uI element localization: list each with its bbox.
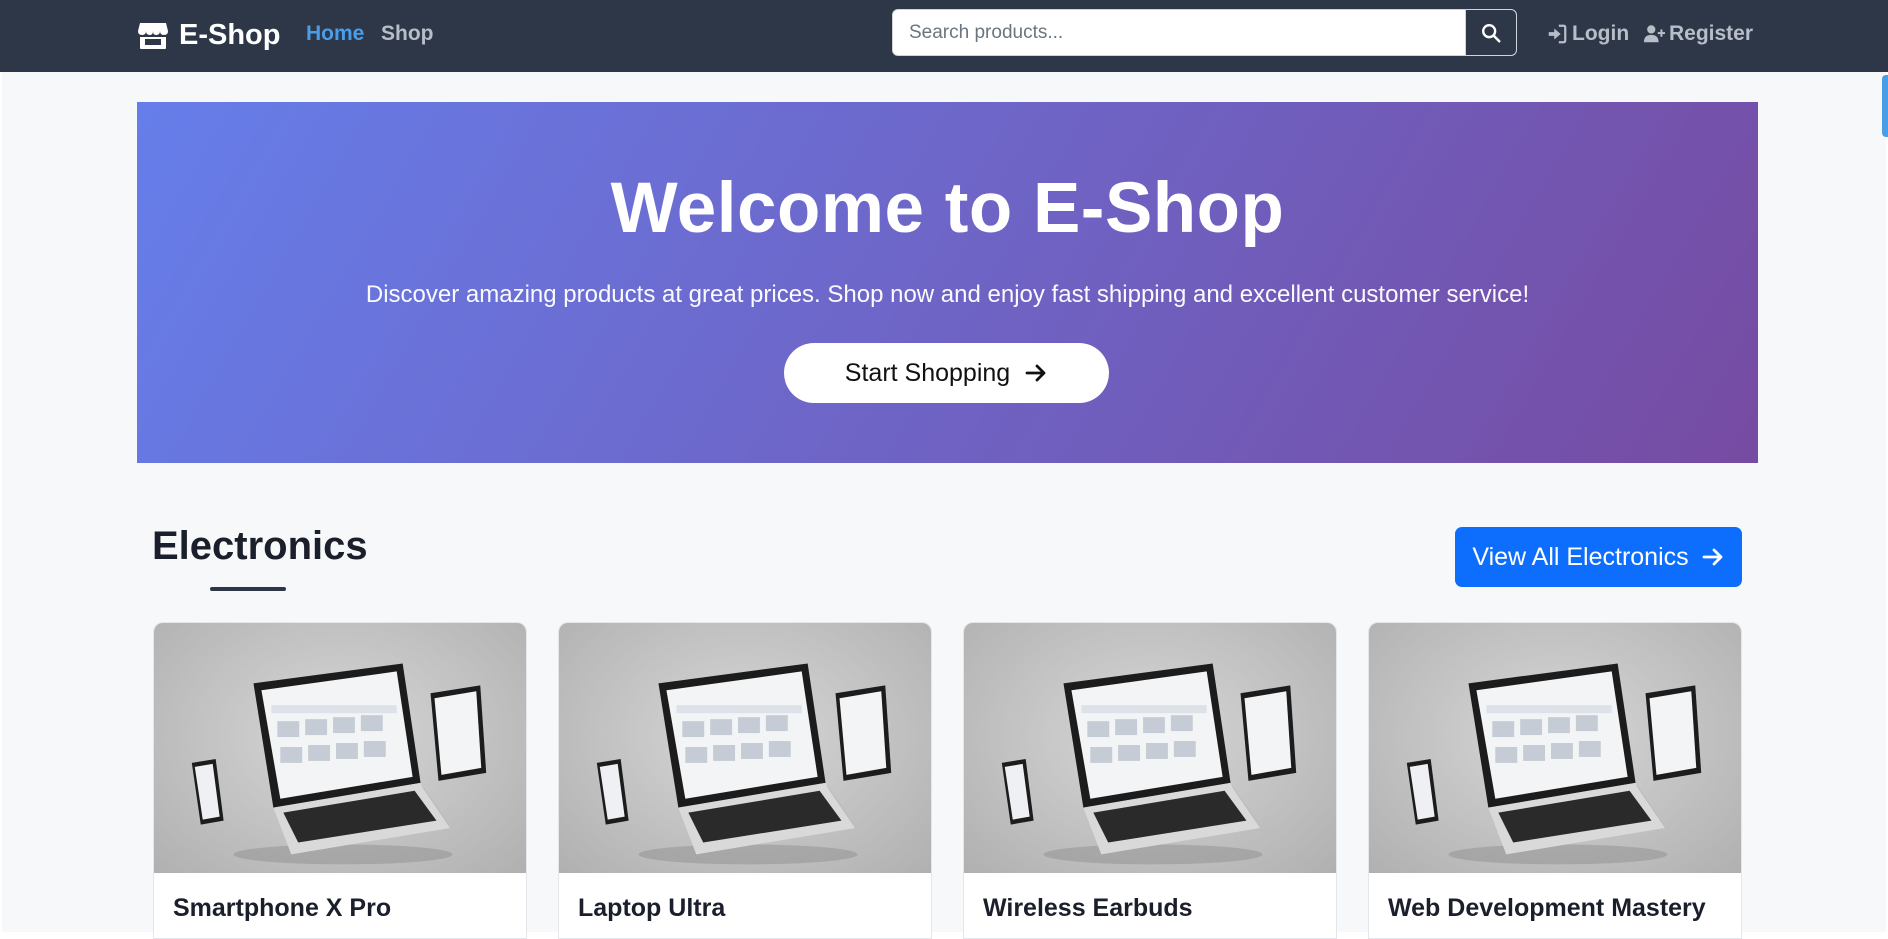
view-all-electronics-button[interactable]: View All Electronics: [1455, 527, 1742, 587]
product-card[interactable]: Laptop Ultra: [558, 622, 932, 939]
product-image[interactable]: [964, 623, 1336, 873]
register-label: Register: [1669, 22, 1754, 45]
product-name[interactable]: Web Development Mastery: [1388, 894, 1706, 923]
view-all-label: View All Electronics: [1472, 542, 1689, 571]
brand-link[interactable]: E-Shop: [137, 17, 281, 53]
search-button[interactable]: [1465, 10, 1516, 55]
devices-illustration: [596, 663, 892, 865]
devices-illustration: [1406, 663, 1702, 865]
devices-illustration: [191, 663, 487, 865]
search-input[interactable]: [893, 10, 1465, 55]
section-underline: [210, 587, 286, 591]
product-card[interactable]: Web Development Mastery: [1368, 622, 1742, 939]
product-card[interactable]: Smartphone X Pro: [153, 622, 527, 939]
product-image[interactable]: [559, 623, 931, 873]
product-name[interactable]: Smartphone X Pro: [173, 894, 391, 923]
search-icon: [1482, 23, 1501, 43]
start-shopping-button[interactable]: Start Shopping: [784, 343, 1109, 403]
arrow-right-icon: [1025, 364, 1046, 382]
scroll-indicator[interactable]: [1882, 75, 1888, 137]
product-name[interactable]: Laptop Ultra: [578, 894, 725, 923]
login-link[interactable]: Login: [1546, 22, 1629, 46]
hero-banner: Welcome to E-Shop Discover amazing produ…: [137, 102, 1758, 463]
start-shopping-label: Start Shopping: [844, 358, 1011, 387]
section-title: Electronics: [152, 524, 368, 568]
product-card[interactable]: Wireless Earbuds: [963, 622, 1337, 939]
product-image[interactable]: [1369, 623, 1741, 873]
user-plus-icon: [1643, 25, 1665, 43]
hero-title: Welcome to E-Shop: [610, 169, 1285, 248]
nav-link-home[interactable]: Home: [306, 22, 364, 46]
register-link[interactable]: Register: [1643, 22, 1753, 46]
product-image[interactable]: [154, 623, 526, 873]
login-label: Login: [1572, 22, 1630, 45]
sign-in-icon: [1548, 24, 1567, 44]
brand-name: E-Shop: [179, 18, 281, 51]
navbar: E-Shop Home Shop Login Register: [0, 0, 1888, 72]
nav-link-shop[interactable]: Shop: [381, 22, 434, 46]
product-name[interactable]: Wireless Earbuds: [983, 894, 1193, 923]
store-icon: [138, 23, 168, 49]
search-form: [892, 9, 1517, 56]
devices-illustration: [1001, 663, 1297, 865]
hero-subtitle: Discover amazing products at great price…: [365, 281, 1530, 308]
arrow-right-icon: [1702, 548, 1723, 566]
